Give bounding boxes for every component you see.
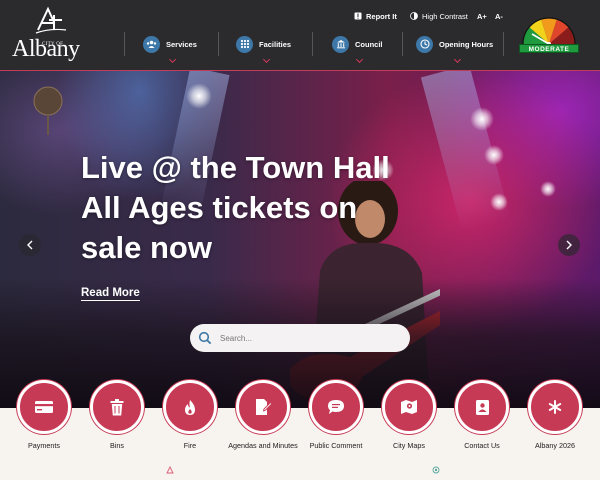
chevron-down-icon — [356, 55, 364, 64]
chevron-left-icon — [27, 240, 33, 250]
quick-link-agendas[interactable]: Agendas and Minutes — [223, 380, 303, 450]
chevron-right-icon — [566, 240, 572, 250]
flame-icon — [163, 380, 217, 434]
quick-link-bins[interactable]: Bins — [77, 380, 157, 450]
quick-link-label: Fire — [183, 441, 197, 450]
quick-link-contact-us[interactable]: Contact Us — [442, 380, 522, 450]
alert-icon — [354, 12, 362, 20]
carousel-prev-button[interactable] — [19, 234, 41, 256]
search-input[interactable] — [220, 333, 390, 343]
hero-headline: Live @ the Town Hall All Ages tickets on… — [81, 150, 390, 265]
fire-danger-label: MODERATE — [519, 44, 579, 53]
logo-mark-icon — [35, 6, 67, 34]
nav-divider — [503, 32, 504, 56]
stage-light — [186, 83, 212, 109]
asterisk-icon — [528, 380, 582, 434]
contact-card-icon — [455, 380, 509, 434]
search-bar[interactable] — [190, 324, 410, 352]
stage-light — [490, 193, 508, 211]
circle-decoration-icon — [432, 466, 440, 474]
nav-divider — [402, 32, 403, 56]
stage-light — [540, 181, 556, 197]
quick-link-label: Bins — [110, 441, 124, 450]
building-icon — [332, 35, 349, 53]
quick-link-public-comment[interactable]: Public Comment — [296, 380, 376, 450]
report-it-link[interactable]: Report It — [354, 10, 397, 22]
site-header: CITY OF Albany Report It High Contrast A… — [0, 0, 600, 70]
city-logo[interactable]: CITY OF Albany — [12, 6, 82, 64]
font-smaller-button[interactable]: A- — [495, 10, 503, 22]
map-icon — [382, 380, 436, 434]
speech-bubble-icon — [309, 380, 363, 434]
logo-name: Albany — [12, 36, 80, 62]
nav-services[interactable]: Services — [143, 32, 197, 64]
quick-link-albany-2026[interactable]: Albany 2026 — [515, 380, 595, 450]
quick-link-label: Public Comment — [309, 441, 363, 450]
quick-link-label: Albany 2026 — [535, 441, 575, 450]
nav-council[interactable]: Council — [332, 32, 383, 64]
nav-divider — [218, 32, 219, 56]
stage-light — [470, 107, 494, 131]
nav-divider — [312, 32, 313, 56]
quick-link-payments[interactable]: Payments — [4, 380, 84, 450]
chevron-down-icon — [168, 55, 176, 64]
chevron-down-icon — [262, 55, 270, 64]
nav-services-label: Services — [166, 39, 197, 49]
quick-link-label: City Maps — [393, 441, 425, 450]
nav-opening-hours-label: Opening Hours — [439, 39, 494, 49]
people-icon — [143, 35, 160, 53]
nav-opening-hours[interactable]: Opening Hours — [416, 32, 494, 64]
bin-icon — [90, 380, 144, 434]
report-it-label: Report It — [366, 11, 397, 21]
high-contrast-toggle[interactable]: High Contrast — [410, 10, 468, 22]
grid-icon — [236, 35, 253, 53]
quick-link-label: Payments — [28, 441, 60, 450]
nav-divider — [124, 32, 125, 56]
quick-link-label: Agendas and Minutes — [228, 441, 298, 450]
contrast-icon — [410, 12, 418, 20]
nav-facilities-label: Facilities — [259, 39, 292, 49]
card-icon — [17, 380, 71, 434]
quick-links: Payments Bins Fire Agendas and Minutes P… — [0, 380, 600, 480]
clock-icon — [416, 35, 433, 53]
carousel-next-button[interactable] — [558, 234, 580, 256]
hanging-lantern — [33, 86, 63, 135]
fire-danger-rating[interactable]: MODERATE — [519, 8, 579, 54]
nav-facilities[interactable]: Facilities — [236, 32, 292, 64]
triangle-decoration-icon — [166, 466, 174, 474]
search-icon — [198, 331, 212, 345]
read-more-link[interactable]: Read More — [81, 287, 140, 301]
quick-link-fire[interactable]: Fire — [150, 380, 230, 450]
document-edit-icon — [236, 380, 290, 434]
nav-council-label: Council — [355, 39, 383, 49]
chevron-down-icon — [453, 55, 461, 64]
hero-banner: Live @ the Town Hall All Ages tickets on… — [0, 70, 600, 408]
fire-gauge-icon — [522, 17, 576, 46]
quick-link-label: Contact Us — [464, 441, 500, 450]
stage-light — [484, 145, 504, 165]
quick-link-city-maps[interactable]: City Maps — [369, 380, 449, 450]
high-contrast-label: High Contrast — [422, 11, 468, 21]
font-larger-button[interactable]: A+ — [477, 10, 487, 22]
